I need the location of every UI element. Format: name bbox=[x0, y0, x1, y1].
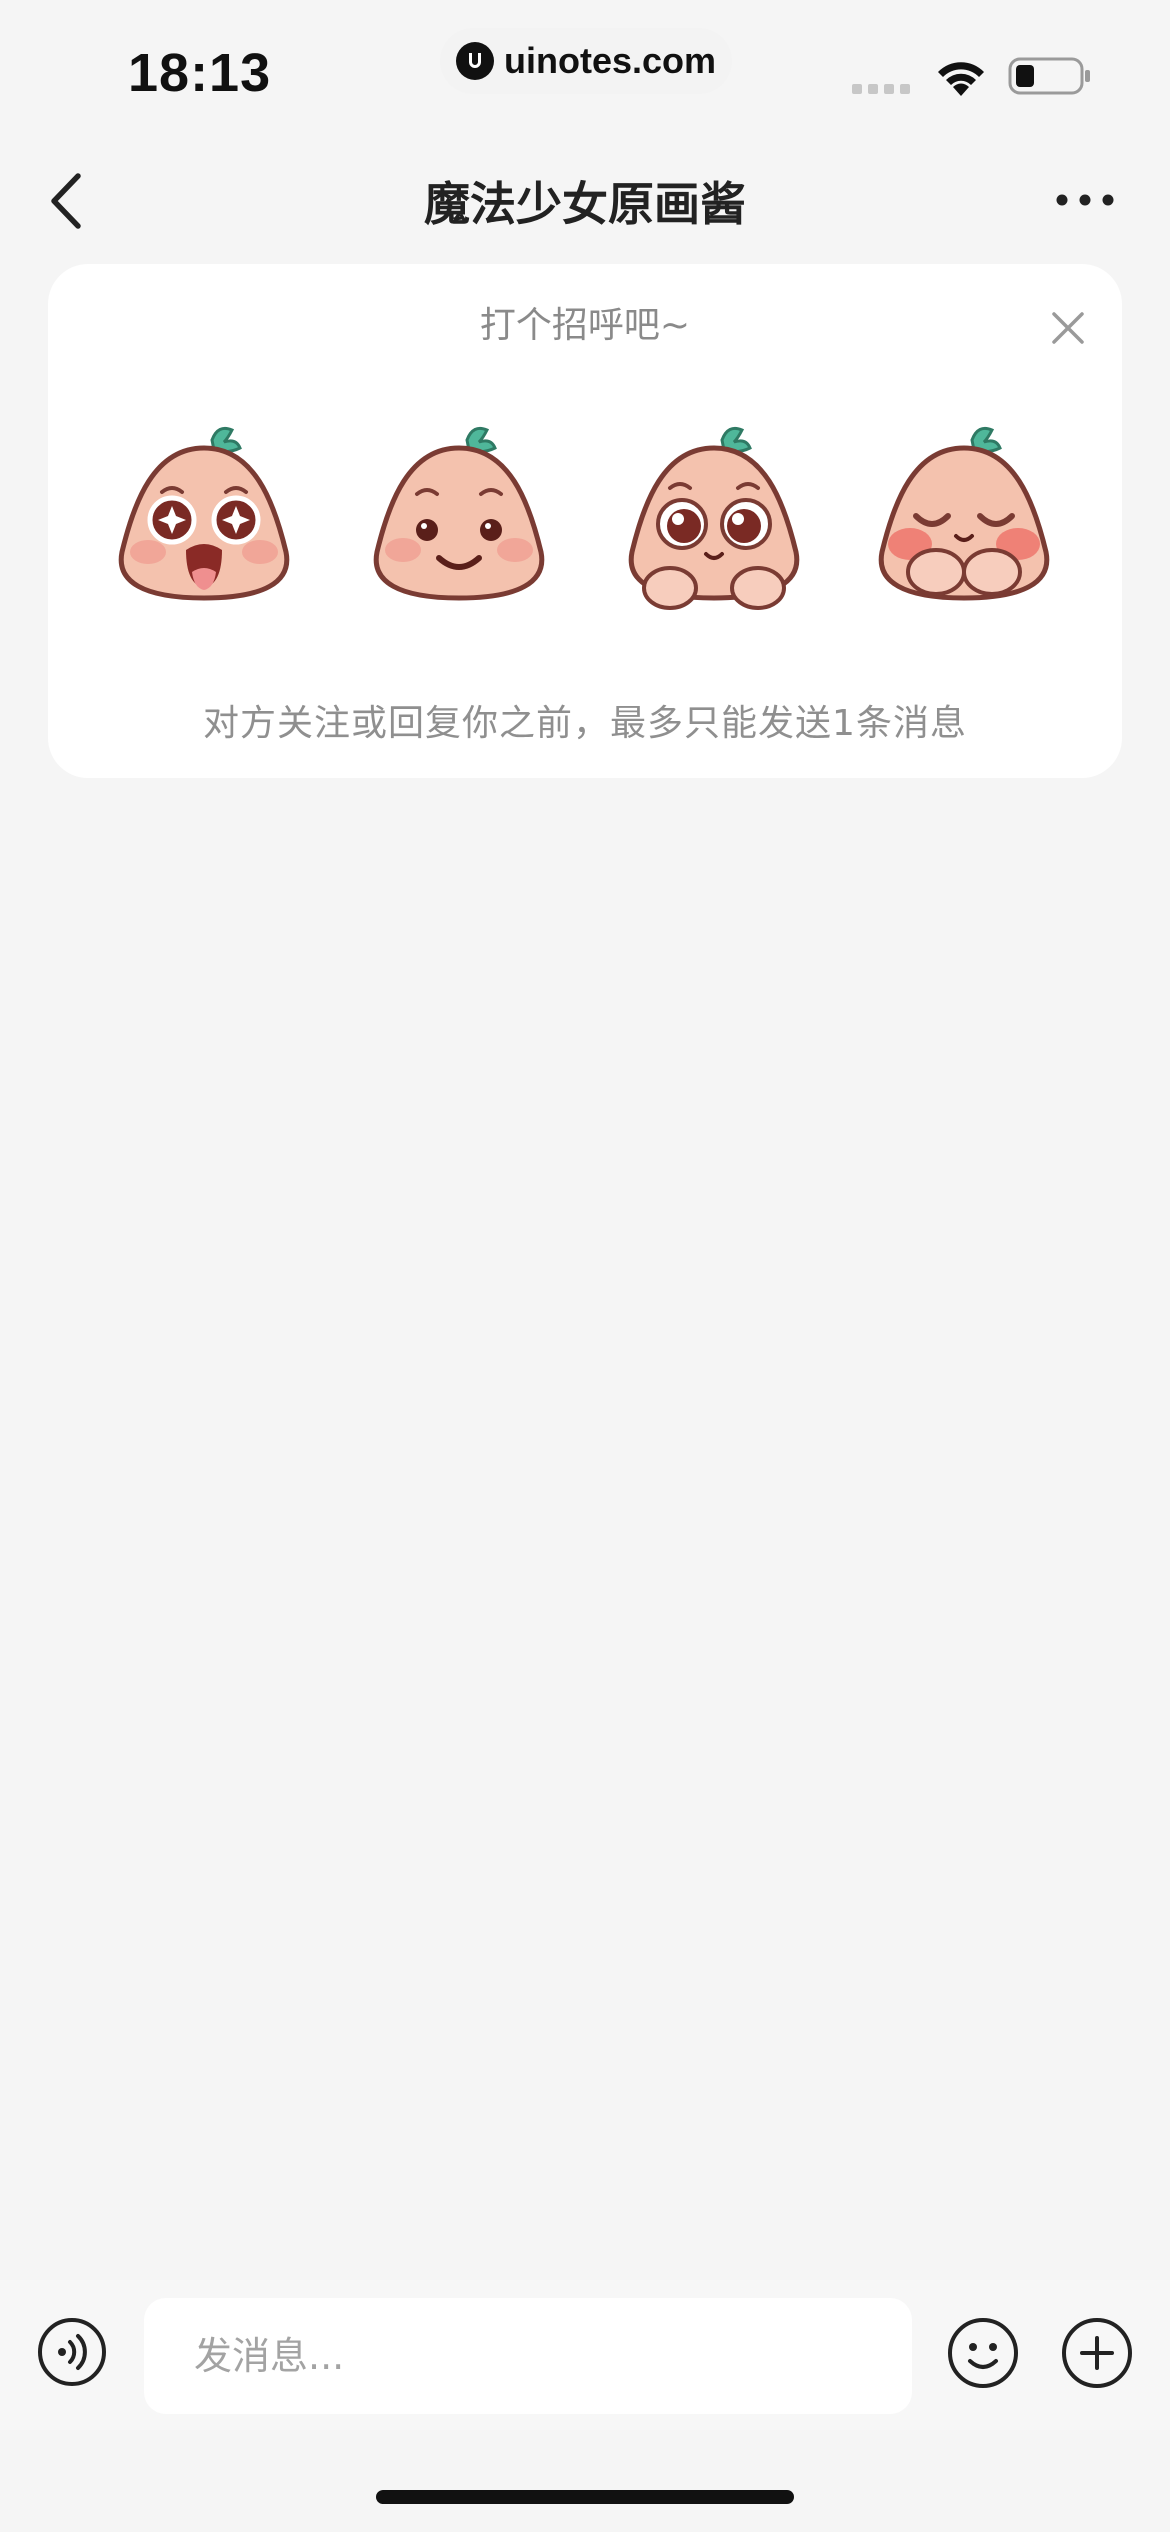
message-limit-note: 对方关注或回复你之前，最多只能发送1条消息 bbox=[203, 703, 967, 744]
page-title: 魔法少女原画酱 bbox=[424, 177, 746, 231]
greeting-title: 打个招呼吧~ bbox=[479, 305, 691, 346]
url-pill[interactable]: uinotes.com bbox=[440, 28, 732, 94]
sticker-row bbox=[104, 412, 1064, 612]
status-bar: 18:13 uinotes.com bbox=[0, 0, 1170, 140]
emoji-icon[interactable] bbox=[946, 2316, 1020, 2390]
chat-screen: 18:13 uinotes.com 魔法少女原画酱 打个招呼吧~ 对方关注或回复… bbox=[0, 0, 1170, 2532]
plus-icon[interactable] bbox=[1060, 2316, 1134, 2390]
more-dots-icon[interactable] bbox=[1050, 180, 1120, 220]
url-text: uinotes.com bbox=[503, 40, 717, 81]
nav-bar: 魔法少女原画酱 bbox=[0, 140, 1170, 260]
battery-icon bbox=[1008, 57, 1090, 95]
peach-excited-sticker[interactable] bbox=[104, 412, 304, 612]
peach-smile-sticker[interactable] bbox=[359, 412, 559, 612]
message-input[interactable] bbox=[144, 2298, 912, 2414]
input-bar bbox=[0, 2280, 1170, 2430]
peach-shy-eyes-sticker[interactable] bbox=[614, 412, 814, 612]
wifi-icon bbox=[938, 62, 984, 96]
status-time: 18:13 bbox=[128, 43, 272, 103]
uinotes-logo-icon bbox=[455, 42, 494, 80]
greeting-card: 打个招呼吧~ 对方关注或回复你之前，最多只能发送1条消息 bbox=[48, 264, 1122, 778]
peach-blush-sticker[interactable] bbox=[864, 412, 1064, 612]
home-indicator[interactable] bbox=[376, 2490, 794, 2504]
close-icon[interactable] bbox=[1038, 298, 1098, 358]
voice-icon[interactable] bbox=[36, 2316, 108, 2388]
signal-icon bbox=[852, 84, 910, 94]
